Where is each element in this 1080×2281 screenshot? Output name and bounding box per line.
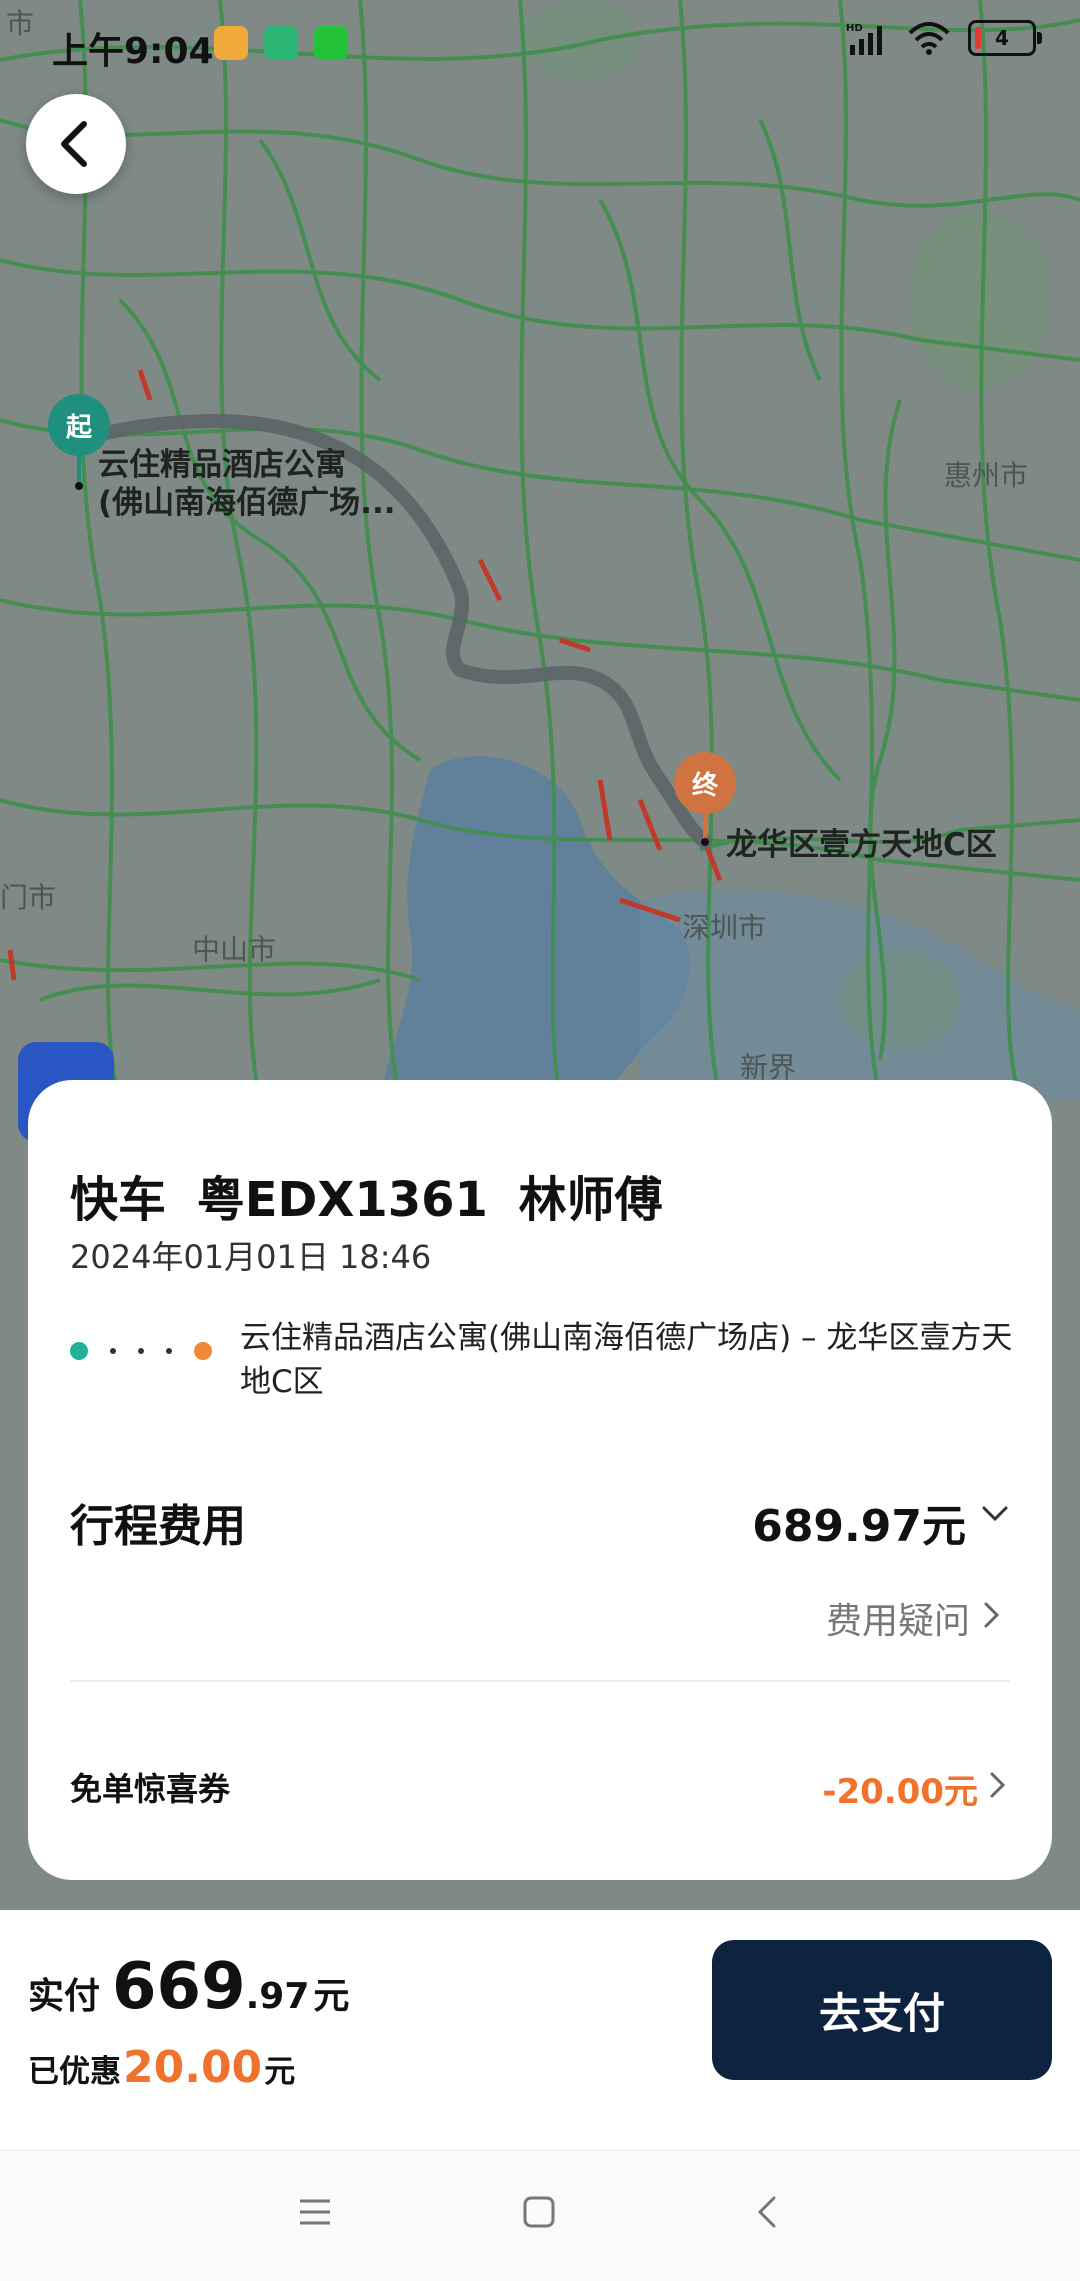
wechat-icon bbox=[314, 26, 348, 60]
end-pin-icon: 终 bbox=[674, 752, 736, 814]
paid-decimal: .97 bbox=[245, 1976, 310, 2017]
chevron-right-icon bbox=[984, 1602, 1000, 1628]
paid-label: 实付 bbox=[28, 1976, 101, 2017]
wifi-icon bbox=[908, 22, 950, 55]
start-dot-icon bbox=[70, 1342, 88, 1360]
status-indicators: HD 4 bbox=[846, 20, 1042, 56]
svg-text:HD: HD bbox=[846, 23, 863, 34]
system-nav-bar bbox=[0, 2150, 1080, 2281]
payment-bar: 实付 669 .97 元 已优惠 20.00 元 去支付 bbox=[0, 1910, 1080, 2150]
notes-icon bbox=[214, 26, 248, 60]
start-pin-stem bbox=[77, 454, 81, 484]
trip-title: 快车 粤EDX1361 林师傅 bbox=[70, 1172, 663, 1228]
fee-amount[interactable]: 689.97元 bbox=[752, 1490, 966, 1554]
start-label-line1: 云住精品酒店公寓 bbox=[98, 447, 346, 483]
battery-icon: 4 bbox=[968, 20, 1042, 56]
end-location-label: 龙华区壹方天地C区 bbox=[726, 827, 997, 863]
city-label-shenzhen: 深圳市 bbox=[682, 911, 767, 944]
divider bbox=[70, 1680, 1010, 1682]
coupon-value[interactable]: -20.00元 bbox=[822, 1764, 978, 1813]
start-pin-dot bbox=[75, 482, 83, 490]
security-icon bbox=[264, 26, 298, 60]
chevron-left-icon bbox=[61, 121, 87, 167]
end-dot-icon bbox=[194, 1342, 212, 1360]
chevron-right-icon bbox=[990, 1772, 1006, 1798]
paid-integer: 669 bbox=[112, 1950, 246, 2024]
pay-button[interactable]: 去支付 bbox=[712, 1940, 1052, 2080]
route-dot bbox=[138, 1348, 144, 1354]
start-label-line2: (佛山南海佰德广场... bbox=[98, 485, 396, 521]
city-label-partial-left: 门市 bbox=[0, 881, 57, 914]
trip-date: 2024年01月01日 18:46 bbox=[70, 1238, 432, 1276]
fee-question-link[interactable]: 费用疑问 bbox=[826, 1592, 970, 1644]
start-location-label: 云住精品酒店公寓 (佛山南海佰德广场... bbox=[98, 446, 396, 522]
city-label-zhongshan: 中山市 bbox=[192, 933, 277, 966]
status-bar: 上午9:04 HD 4 bbox=[0, 0, 1080, 90]
discount-label: 已优惠 bbox=[28, 2054, 121, 2090]
coupon-label: 免单惊喜券 bbox=[70, 1770, 231, 1808]
route-description: 云住精品酒店公寓(佛山南海佰德广场店) – 龙华区壹方天地C区 bbox=[240, 1320, 1013, 1400]
trip-detail-card: 快车 粤EDX1361 林师傅 2024年01月01日 18:46 云住精品酒店… bbox=[28, 1080, 1052, 1880]
battery-level: 4 bbox=[995, 26, 1009, 50]
fee-label: 行程费用 bbox=[70, 1501, 246, 1552]
city-label-huizhou: 惠州市 bbox=[944, 459, 1029, 492]
back-button[interactable] bbox=[26, 94, 126, 194]
discount-unit: 元 bbox=[264, 2054, 296, 2090]
home-icon[interactable] bbox=[522, 2195, 556, 2229]
paid-amount: 实付 669 .97 元 bbox=[28, 1950, 349, 2024]
route-dots-icon bbox=[70, 1342, 212, 1360]
signal-icon: HD bbox=[846, 23, 882, 55]
discount-value: 20.00 bbox=[123, 2042, 263, 2093]
back-nav-icon[interactable] bbox=[752, 2195, 782, 2229]
route-dot bbox=[166, 1348, 172, 1354]
menu-icon[interactable] bbox=[298, 2195, 332, 2229]
route-dot bbox=[110, 1348, 116, 1354]
status-time: 上午9:04 bbox=[52, 31, 214, 72]
chevron-down-icon[interactable] bbox=[980, 1498, 1010, 1528]
end-pin-dot bbox=[701, 838, 709, 846]
paid-unit: 元 bbox=[313, 1976, 350, 2017]
discount-summary: 已优惠 20.00 元 bbox=[28, 2042, 295, 2093]
